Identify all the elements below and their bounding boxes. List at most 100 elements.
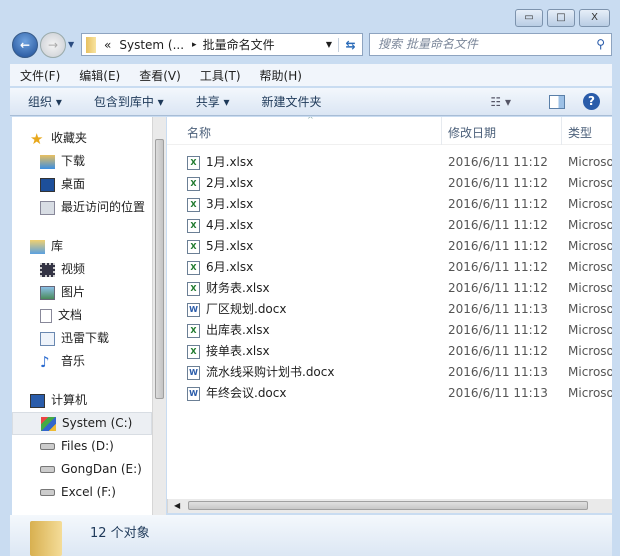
menu-view[interactable]: 查看(V) (129, 67, 190, 84)
nav-item-recent[interactable]: 最近访问的位置 (12, 196, 152, 219)
file-row[interactable]: W 厂区规划.docx 2016/6/11 11:13 Microso (167, 299, 612, 320)
nav-item-drive-f[interactable]: Excel (F:) (12, 481, 152, 504)
menu-help[interactable]: 帮助(H) (250, 67, 311, 84)
file-name-cell: X 2月.xlsx (187, 173, 253, 194)
drive-icon (40, 443, 55, 450)
nav-item-desktop[interactable]: 桌面 (12, 173, 152, 196)
file-row[interactable]: X 2月.xlsx 2016/6/11 11:12 Microso (167, 173, 612, 194)
file-type: Microso (568, 323, 612, 337)
desktop-icon (40, 177, 55, 192)
nav-label: 图片 (61, 285, 86, 299)
file-type: Microso (568, 281, 612, 295)
nav-label: 最近访问的位置 (61, 200, 146, 214)
nav-label: 迅雷下载 (61, 331, 110, 345)
file-row[interactable]: X 接单表.xlsx 2016/6/11 11:12 Microso (167, 341, 612, 362)
pictures-icon (40, 285, 55, 300)
nav-item-drive-c[interactable]: System (C:) (12, 412, 152, 435)
include-in-library-button[interactable]: 包含到库中 ▾ (76, 93, 178, 110)
folder-icon (30, 521, 62, 556)
search-icon[interactable]: ⚲ (596, 34, 605, 55)
nav-item-drive-e[interactable]: GongDan (E:) (12, 458, 152, 481)
file-name-cell: X 6月.xlsx (187, 257, 253, 278)
file-row[interactable]: X 5月.xlsx 2016/6/11 11:12 Microso (167, 236, 612, 257)
new-folder-button[interactable]: 新建文件夹 (244, 93, 336, 110)
search-input[interactable]: 搜索 批量命名文件 ⚲ (369, 33, 612, 56)
file-type: Microso (568, 176, 612, 190)
file-type: Microso (568, 386, 612, 400)
nav-item-documents[interactable]: 文档 (12, 304, 152, 327)
folder-icon (86, 36, 96, 53)
excel-file-icon: X (187, 155, 200, 170)
star-icon: ★ (30, 129, 44, 148)
excel-file-icon: X (187, 197, 200, 212)
nav-item-downloads[interactable]: 下载 (12, 150, 152, 173)
column-type[interactable]: 类型 (568, 124, 592, 141)
nav-favorites[interactable]: ★ 收藏夹 (12, 127, 152, 150)
horizontal-scrollbar[interactable]: ◀ (167, 499, 612, 513)
file-row[interactable]: X 4月.xlsx 2016/6/11 11:12 Microso (167, 215, 612, 236)
maximize-button[interactable]: □ (547, 9, 575, 27)
menu-edit[interactable]: 编辑(E) (69, 67, 129, 84)
forward-button[interactable]: → (40, 32, 66, 58)
file-name: 出库表.xlsx (206, 323, 270, 337)
nav-libraries[interactable]: 库 (12, 235, 152, 258)
file-name: 年终会议.docx (206, 386, 287, 400)
file-date: 2016/6/11 11:12 (448, 323, 548, 337)
minimize-button[interactable]: ▭ (515, 9, 543, 27)
nav-item-videos[interactable]: 视频 (12, 258, 152, 281)
file-row[interactable]: X 3月.xlsx 2016/6/11 11:12 Microso (167, 194, 612, 215)
file-row[interactable]: W 年终会议.docx 2016/6/11 11:13 Microso (167, 383, 612, 404)
file-row[interactable]: X 财务表.xlsx 2016/6/11 11:12 Microso (167, 278, 612, 299)
item-count: 12 个对象 (90, 526, 150, 541)
documents-icon (40, 308, 52, 323)
horizontal-scroll-thumb[interactable] (188, 501, 588, 510)
file-name-cell: X 1月.xlsx (187, 152, 253, 173)
nav-scroll-thumb[interactable] (155, 139, 164, 399)
back-button[interactable]: ← (12, 32, 38, 58)
menu-tools[interactable]: 工具(T) (190, 67, 250, 84)
nav-label: GongDan (E:) (61, 462, 142, 476)
view-options-icon[interactable]: ☷ ▾ (490, 95, 511, 109)
nav-computer[interactable]: 计算机 (12, 389, 152, 412)
help-icon[interactable]: ? (583, 93, 600, 110)
address-bar[interactable]: « System (... ▸ 批量命名文件 ▼ ⇆ (81, 33, 363, 56)
recent-pages-dropdown[interactable]: ▼ (68, 40, 74, 49)
share-button[interactable]: 共享 ▾ (178, 93, 244, 110)
excel-file-icon: X (187, 176, 200, 191)
file-date: 2016/6/11 11:13 (448, 386, 548, 400)
file-row[interactable]: X 出库表.xlsx 2016/6/11 11:12 Microso (167, 320, 612, 341)
file-row[interactable]: X 1月.xlsx 2016/6/11 11:12 Microso (167, 152, 612, 173)
column-date[interactable]: 修改日期 (448, 124, 496, 141)
nav-label: Excel (F:) (61, 485, 116, 499)
file-type: Microso (568, 365, 612, 379)
nav-item-drive-d[interactable]: Files (D:) (12, 435, 152, 458)
nav-scrollbar[interactable] (152, 117, 166, 515)
nav-label: 音乐 (61, 354, 86, 368)
file-date: 2016/6/11 11:12 (448, 218, 548, 232)
organize-button[interactable]: 组织 ▾ (10, 93, 76, 110)
file-name: 2月.xlsx (206, 176, 254, 190)
breadcrumb-chevron-icon[interactable]: ▸ (192, 40, 197, 50)
address-overflow[interactable]: « (104, 38, 111, 52)
nav-item-pictures[interactable]: 图片 (12, 281, 152, 304)
computer-icon (30, 393, 45, 408)
file-name-cell: W 厂区规划.docx (187, 299, 286, 320)
close-button[interactable]: X (579, 9, 610, 27)
excel-file-icon: X (187, 323, 200, 338)
search-placeholder: 搜索 批量命名文件 (378, 37, 478, 51)
nav-item-music[interactable]: ♪ 音乐 (12, 350, 152, 373)
address-dropdown-icon[interactable]: ▼ (326, 40, 332, 49)
column-name[interactable]: 名称 (187, 124, 211, 141)
nav-label: 视频 (61, 262, 86, 276)
breadcrumb-system[interactable]: System (... (119, 38, 184, 52)
nav-label: System (C:) (62, 416, 133, 430)
preview-pane-icon[interactable] (549, 94, 565, 109)
file-row[interactable]: W 流水线采购计划书.docx 2016/6/11 11:13 Microso (167, 362, 612, 383)
breadcrumb-current[interactable]: 批量命名文件 (203, 36, 275, 53)
file-name: 厂区规划.docx (206, 302, 287, 316)
excel-file-icon: X (187, 344, 200, 359)
menu-file[interactable]: 文件(F) (10, 67, 69, 84)
nav-item-xunlei[interactable]: 迅雷下载 (12, 327, 152, 350)
file-row[interactable]: X 6月.xlsx 2016/6/11 11:12 Microso (167, 257, 612, 278)
refresh-icon[interactable]: ⇆ (338, 37, 362, 52)
